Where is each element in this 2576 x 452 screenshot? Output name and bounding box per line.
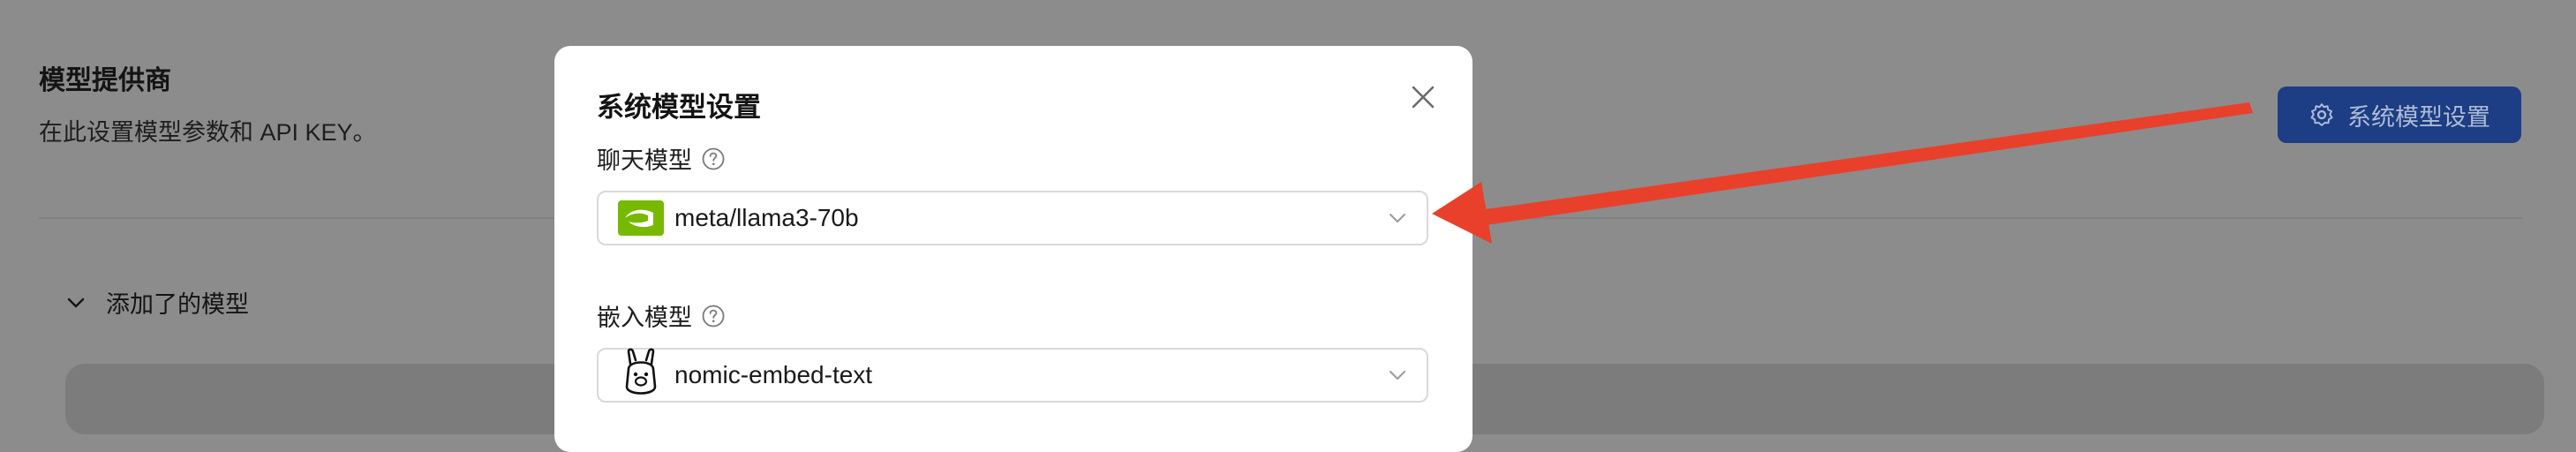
chat-model-label: 聊天模型: [597, 141, 726, 176]
added-models-toggle[interactable]: 添加了的模型: [65, 285, 249, 320]
page-subtitle: 在此设置模型参数和 API KEY。: [39, 119, 377, 146]
gear-icon: [2310, 103, 2333, 126]
system-model-settings-modal: 系统模型设置 聊天模型 meta/llama3-70b 嵌入模型 nomic-e…: [554, 46, 1473, 452]
embedding-model-select[interactable]: nomic-embed-text: [597, 348, 1428, 403]
chevron-down-icon: [1390, 214, 1405, 222]
help-icon[interactable]: [701, 147, 726, 171]
close-icon[interactable]: [1407, 81, 1439, 113]
modal-title: 系统模型设置: [597, 92, 761, 123]
embedding-model-value: nomic-embed-text: [674, 361, 873, 388]
page-title: 模型提供商: [39, 66, 171, 95]
chat-model-select[interactable]: meta/llama3-70b: [597, 191, 1428, 245]
nvidia-logo-icon: [618, 200, 664, 236]
embedding-model-label-text: 嵌入模型: [597, 305, 692, 331]
chat-model-label-text: 聊天模型: [597, 147, 692, 174]
chat-model-value: meta/llama3-70b: [674, 204, 859, 231]
help-icon[interactable]: [701, 304, 726, 328]
ollama-logo-icon: [625, 348, 657, 395]
system-model-settings-label: 系统模型设置: [2347, 103, 2490, 131]
system-model-settings-button[interactable]: 系统模型设置: [2278, 87, 2521, 143]
chevron-down-icon: [1390, 371, 1405, 380]
embedding-model-label: 嵌入模型: [597, 298, 726, 333]
added-models-label: 添加了的模型: [106, 291, 249, 318]
chevron-down-icon: [67, 298, 85, 307]
